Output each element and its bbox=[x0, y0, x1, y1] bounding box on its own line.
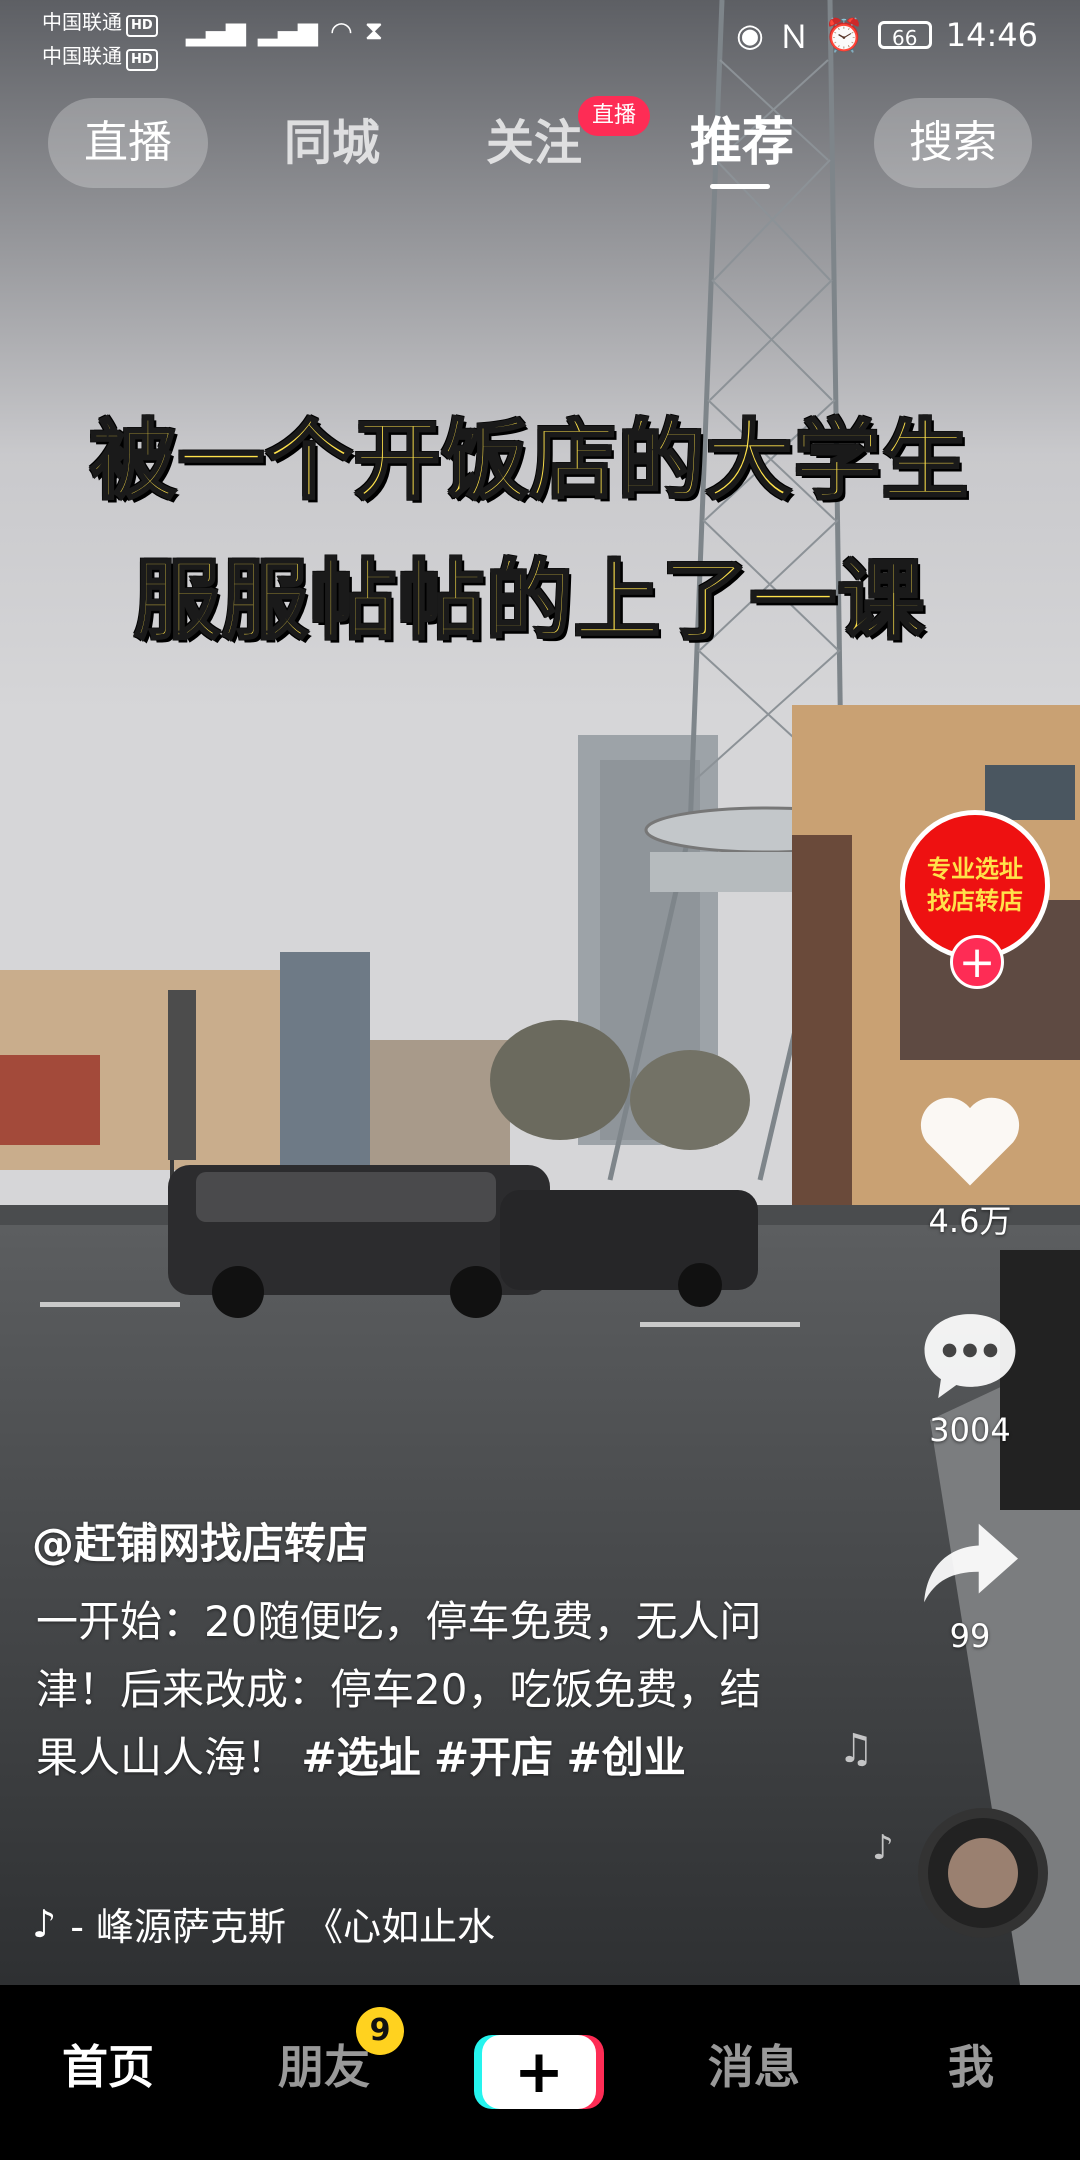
action-column: 专业选址 找店转店 + 4.6万 3004 99 bbox=[880, 810, 1080, 1710]
video-caption-line-2: 服服帖帖的上了一课 bbox=[133, 549, 926, 653]
hd-badge: HD bbox=[126, 49, 158, 71]
share-button[interactable]: 99 bbox=[880, 1515, 1060, 1655]
top-nav: 直播 同城 关注 直播 推荐 搜索 bbox=[0, 92, 1080, 202]
nav-friends[interactable]: 朋友 bbox=[278, 2031, 370, 2097]
live-badge: 直播 bbox=[578, 96, 651, 136]
share-arrow-icon bbox=[924, 1523, 1018, 1603]
comment-button[interactable]: 3004 bbox=[880, 1305, 1060, 1449]
wifi-icon: ◠ bbox=[330, 16, 353, 47]
share-count: 99 bbox=[949, 1617, 991, 1655]
carrier-label-1: 中国联通 HD bbox=[42, 6, 158, 37]
battery-icon: 66 bbox=[877, 21, 932, 50]
signal-icon: ▂▄▆ bbox=[258, 16, 318, 47]
music-title: - 峰源萨克斯 《心如止水 bbox=[70, 1905, 496, 1949]
music-note-icon: ♪ bbox=[32, 1901, 57, 1946]
signal-icon: ▂▄▆ bbox=[186, 16, 246, 47]
create-button[interactable]: + bbox=[482, 2035, 596, 2109]
search-button[interactable]: 搜索 bbox=[874, 98, 1032, 188]
music-cover bbox=[948, 1838, 1018, 1908]
post-description[interactable]: 一开始：20随便吃，停车免费，无人问津！后来改成：停车20，吃饭免费，结果人山人… bbox=[36, 1588, 796, 1792]
eye-icon: ◉ bbox=[736, 16, 764, 54]
hashtag[interactable]: #开店 bbox=[434, 1733, 553, 1782]
music-row[interactable]: ♪ - 峰源萨克斯 《心如止水 bbox=[32, 1896, 495, 1951]
floating-note-icon: ♪ bbox=[872, 1828, 894, 1868]
tab-city[interactable]: 同城 bbox=[284, 98, 380, 188]
hourglass-icon: ⧗ bbox=[364, 16, 383, 46]
floating-note-icon: ♫ bbox=[838, 1726, 874, 1772]
carrier-label-2: 中国联通 HD bbox=[42, 40, 158, 71]
comment-icon bbox=[924, 1314, 1016, 1399]
hashtag[interactable]: #创业 bbox=[567, 1733, 686, 1782]
avatar-text-2: 找店转店 bbox=[927, 887, 1023, 915]
follow-plus-button[interactable]: + bbox=[950, 935, 1004, 989]
tab-recommend[interactable]: 推荐 bbox=[690, 98, 794, 188]
nav-me[interactable]: 我 bbox=[948, 2031, 994, 2097]
comment-count: 3004 bbox=[929, 1411, 1011, 1449]
tab-live[interactable]: 直播 bbox=[48, 98, 208, 188]
music-disc[interactable] bbox=[918, 1808, 1048, 1938]
network-icons: ▂▄▆ ▂▄▆ ◠ ⧗ bbox=[186, 16, 383, 47]
author-name[interactable]: @赶铺网找店转店 bbox=[32, 1510, 368, 1571]
hashtag[interactable]: #选址 bbox=[301, 1733, 420, 1782]
tab-follow[interactable]: 关注 bbox=[486, 98, 582, 188]
status-bar: 中国联通 HD 中国联通 HD ▂▄▆ ▂▄▆ ◠ ⧗ ◉ Ｎ ⏰ 66 14:46 bbox=[0, 0, 1080, 71]
nav-messages[interactable]: 消息 bbox=[708, 2031, 800, 2097]
like-count: 4.6万 bbox=[928, 1202, 1012, 1240]
nav-home[interactable]: 首页 bbox=[62, 2031, 154, 2097]
status-right: ◉ Ｎ ⏰ 66 14:46 bbox=[736, 12, 1038, 58]
heart-icon bbox=[920, 1097, 1020, 1186]
clock: 14:46 bbox=[945, 16, 1038, 54]
friends-badge: 9 bbox=[356, 2007, 404, 2055]
like-button[interactable]: 4.6万 bbox=[880, 1090, 1060, 1242]
hd-badge: HD bbox=[126, 15, 158, 37]
video-caption-line-1: 被一个开饭店的大学生 bbox=[89, 409, 970, 513]
active-tab-indicator bbox=[710, 184, 770, 189]
alarm-icon: ⏰ bbox=[823, 16, 864, 54]
plus-icon: + bbox=[513, 2037, 565, 2107]
nfc-icon: Ｎ bbox=[777, 18, 810, 56]
avatar-text-1: 专业选址 bbox=[927, 855, 1023, 883]
